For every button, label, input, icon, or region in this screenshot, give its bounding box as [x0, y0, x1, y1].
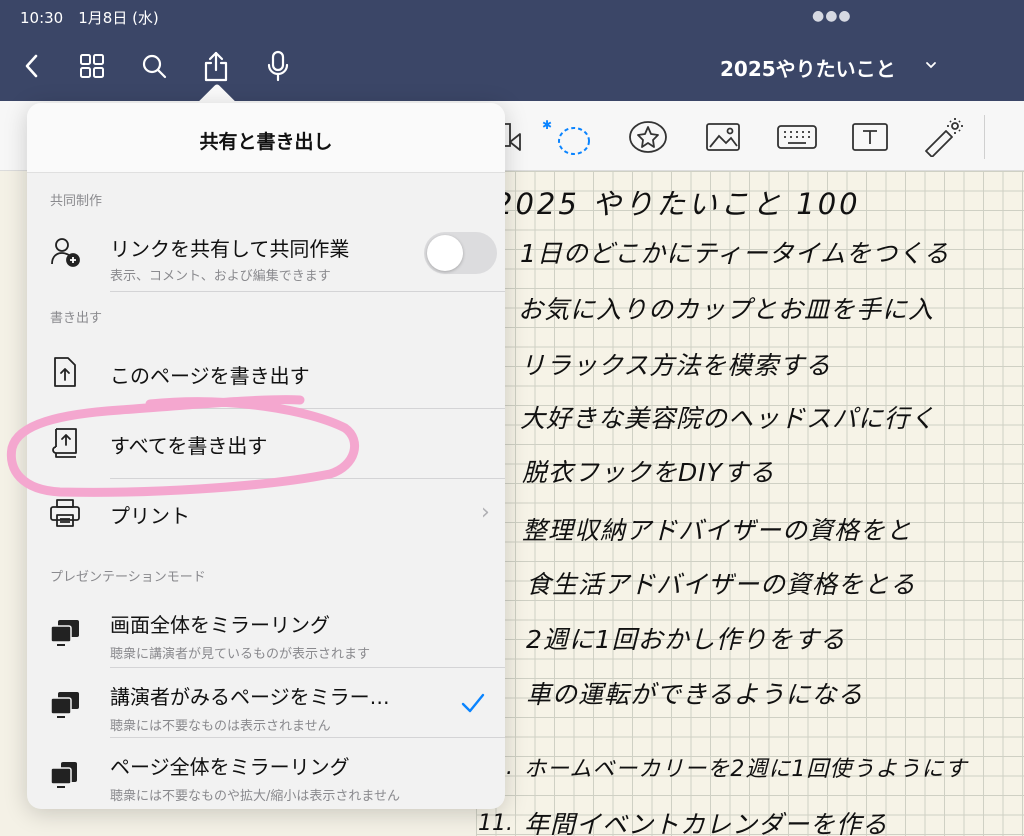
print-row[interactable]: プリント ›: [27, 478, 505, 548]
export-notebook-icon: [47, 425, 83, 461]
list-item: 1日のどこかにティータイムをつくる: [520, 239, 950, 268]
export-page-title: このページを書き出す: [110, 364, 310, 388]
export-all-row[interactable]: すべてを書き出す: [27, 408, 505, 478]
grid-icon[interactable]: [74, 48, 110, 84]
mirror-presenter-subtitle: 聴衆には不要なものは表示されません: [110, 719, 331, 734]
list-item: 整理収納アドバイザーの資格をと: [522, 516, 913, 545]
sticker-icon[interactable]: [626, 117, 670, 157]
checkmark-icon: [461, 693, 485, 713]
share-link-title: リンクを共有して共同作業: [110, 237, 350, 261]
mirror-display-icon: [47, 615, 83, 651]
microphone-icon[interactable]: [260, 48, 296, 84]
share-export-popover: 共有と書き出し 共同制作 リンクを共有して共同作業 表示、コメント、および編集で…: [27, 103, 505, 809]
list-item-number: 11.: [478, 811, 513, 836]
toggle-knob: [427, 235, 463, 271]
mirror-presenter-row[interactable]: 講演者がみるページをミラー… 聴衆には不要なものは表示されません: [27, 667, 505, 737]
export-page-row[interactable]: このページを書き出す: [27, 336, 505, 408]
share-link-toggle[interactable]: [424, 232, 497, 274]
notebook-page[interactable]: 2025 やりたいこと 100 1. 1日のどこかにティータイムをつくる 2. …: [476, 171, 1024, 836]
popover-header: 共有と書き出し: [27, 103, 505, 173]
document-title[interactable]: 2025やりたいこと: [720, 53, 896, 82]
divider: [110, 291, 505, 292]
list-item: 年間イベントカレンダーを作る: [524, 810, 889, 836]
mirror-page-title: ページ全体をミラーリング: [110, 755, 350, 779]
mirror-page-subtitle: 聴衆には不要なものや拡大/縮小は表示されません: [110, 789, 400, 804]
laser-pointer-icon[interactable]: [920, 117, 966, 157]
image-icon[interactable]: [704, 117, 742, 157]
share-link-row[interactable]: リンクを共有して共同作業 表示、コメント、および編集できます: [27, 213, 505, 291]
list-item: リラックス方法を模索する: [520, 351, 832, 380]
keyboard-icon[interactable]: [776, 117, 818, 157]
list-item: お気に入りのカップとお皿を手に入: [518, 295, 935, 324]
search-icon[interactable]: [136, 48, 172, 84]
section-label-collab: 共同制作: [50, 194, 103, 209]
mirror-page-icon: [47, 757, 83, 793]
list-item: 2週に1回おかし作りをする: [526, 625, 846, 654]
printer-icon: [47, 495, 83, 531]
export-document-icon: [47, 354, 83, 390]
status-time-date: 10:30 1月8日 (水): [20, 9, 159, 27]
share-link-subtitle: 表示、コメント、および編集できます: [110, 269, 331, 284]
chevron-down-icon[interactable]: [924, 58, 938, 72]
lasso-icon[interactable]: ✱: [540, 117, 594, 157]
top-bar: 10:30 1月8日 (水) ●●● 2025やりたいこと: [0, 0, 1024, 101]
list-item: 車の運転ができるようになる: [526, 680, 864, 709]
mirror-screen-title: 画面全体をミラーリング: [110, 613, 330, 637]
chevron-left-icon[interactable]: [14, 48, 50, 84]
list-item: 脱衣フックをDIYする: [522, 458, 775, 487]
mirror-display-icon: [47, 687, 83, 723]
export-all-title: すべてを書き出す: [110, 434, 268, 458]
divider: [984, 115, 985, 159]
list-item: 大好きな美容院のヘッドスパに行く: [520, 404, 937, 433]
svg-text:✱: ✱: [542, 118, 552, 132]
add-person-icon: [47, 234, 83, 270]
section-label-presentation: プレゼンテーションモード: [50, 570, 206, 585]
multitasking-dots[interactable]: ●●●: [812, 8, 852, 24]
mirror-page-row[interactable]: ページ全体をミラーリング 聴衆には不要なものや拡大/縮小は表示されません: [27, 737, 505, 809]
chevron-right-icon: ›: [481, 500, 490, 525]
mirror-screen-subtitle: 聴衆に講演者が見ているものが表示されます: [110, 647, 371, 662]
popover-title: 共有と書き出し: [199, 131, 333, 153]
mirror-presenter-title: 講演者がみるページをミラー…: [110, 685, 390, 709]
list-item: ホームベーカリーを2週に1回使うようにす: [524, 757, 968, 782]
text-box-icon[interactable]: [850, 117, 890, 157]
notebook-title: 2025 やりたいこと 100: [494, 187, 861, 221]
list-item: 食生活アドバイザーの資格をとる: [526, 570, 917, 599]
print-title: プリント: [110, 504, 190, 528]
share-icon[interactable]: [198, 48, 234, 84]
mirror-screen-row[interactable]: 画面全体をミラーリング 聴衆に講演者が見ているものが表示されます: [27, 595, 505, 667]
section-label-export: 書き出す: [50, 311, 103, 326]
